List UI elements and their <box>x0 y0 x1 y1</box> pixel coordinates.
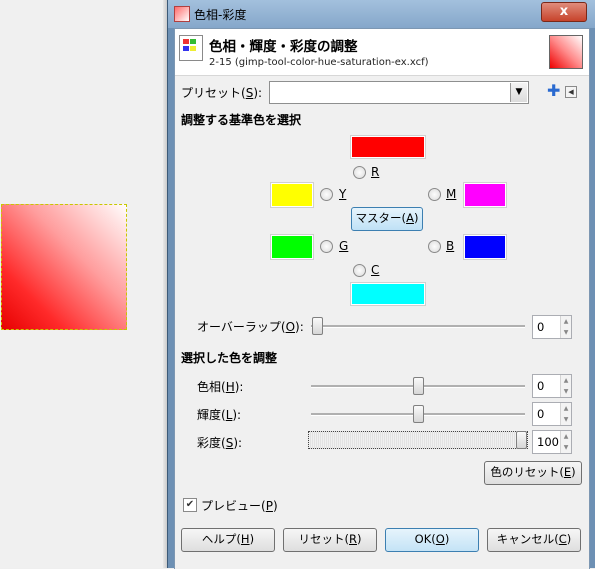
add-preset-icon[interactable]: ✚ <box>547 83 560 99</box>
image-thumbnail <box>549 35 583 69</box>
ok-button[interactable]: OK(O) <box>385 528 479 552</box>
close-button[interactable]: x <box>541 2 587 22</box>
swatch-yellow <box>270 182 314 208</box>
preset-label: プリセット(S): <box>181 86 263 100</box>
reset-color-button[interactable]: 色のリセット(E) <box>484 461 582 485</box>
overlap-label: オーバーラップ(O): <box>197 320 304 334</box>
swatch-magenta <box>463 182 507 208</box>
master-button[interactable]: マスター(A) <box>351 207 423 231</box>
preset-menu-icon[interactable]: ◀ <box>565 86 577 98</box>
preview-checkbox[interactable]: ✔ <box>183 498 197 512</box>
title-bar[interactable]: 色相-彩度 x <box>168 0 595 28</box>
radio-green[interactable] <box>320 240 333 253</box>
saturation-spinbox[interactable]: 100 ▲ ▼ <box>532 430 572 454</box>
dialog-body: 色相・輝度・彩度の調整 2-15 (gimp-tool-color-hue-sa… <box>174 28 590 569</box>
hue-slider-thumb[interactable] <box>413 377 424 395</box>
radio-red-label: R <box>371 165 380 179</box>
overlap-spinbox[interactable]: 0 ▲ ▼ <box>532 315 572 339</box>
swatch-green <box>270 234 314 260</box>
preview-label: プレビュー(P) <box>201 499 278 513</box>
radio-green-label: G <box>339 239 349 253</box>
radio-magenta[interactable] <box>428 188 441 201</box>
swatch-blue <box>463 234 507 260</box>
hue-saturation-tool-icon <box>179 35 203 61</box>
primary-color-heading: 調整する基準色を選択 <box>181 113 302 127</box>
saturation-slider-thumb[interactable] <box>516 431 527 449</box>
hue-saturation-dialog: 色相-彩度 x 色相・輝度・彩度の調整 2-15 (gimp-tool-colo… <box>167 0 595 569</box>
spin-arrows-icon[interactable]: ▲ ▼ <box>560 431 571 453</box>
saturation-slider-track[interactable] <box>308 431 528 449</box>
chevron-down-icon[interactable]: ▼ <box>510 83 527 102</box>
radio-blue-label: B <box>446 239 455 253</box>
swatch-cyan <box>350 282 426 306</box>
help-button[interactable]: ヘルプ(H) <box>181 528 275 552</box>
layer-preview-image <box>1 204 127 330</box>
radio-magenta-label: M <box>446 187 457 201</box>
dialog-heading: 色相・輝度・彩度の調整 <box>209 39 358 55</box>
app-icon <box>174 6 190 22</box>
window-title: 色相-彩度 <box>194 8 247 22</box>
hue-spinbox[interactable]: 0 ▲ ▼ <box>532 374 572 398</box>
radio-red[interactable] <box>353 166 366 179</box>
reset-button[interactable]: リセット(R) <box>283 528 377 552</box>
cancel-button[interactable]: キャンセル(C) <box>487 528 581 552</box>
image-name: 2-15 (gimp-tool-color-hue-saturation-ex.… <box>209 57 429 68</box>
overlap-slider-thumb[interactable] <box>312 317 323 335</box>
spin-arrows-icon[interactable]: ▲ ▼ <box>560 316 571 338</box>
swatch-red <box>350 135 426 159</box>
radio-cyan-label: C <box>371 263 380 277</box>
overlap-slider-track[interactable] <box>311 325 525 328</box>
saturation-label: 彩度(S): <box>197 436 243 450</box>
spin-arrows-icon[interactable]: ▲ ▼ <box>560 403 571 425</box>
radio-cyan[interactable] <box>353 264 366 277</box>
dialog-header: 色相・輝度・彩度の調整 2-15 (gimp-tool-color-hue-sa… <box>175 29 589 76</box>
preset-combo[interactable]: ▼ <box>269 81 529 104</box>
hue-label: 色相(H): <box>197 380 244 394</box>
lightness-slider-thumb[interactable] <box>413 405 424 423</box>
radio-blue[interactable] <box>428 240 441 253</box>
spin-arrows-icon[interactable]: ▲ ▼ <box>560 375 571 397</box>
adjust-heading: 選択した色を調整 <box>181 351 278 365</box>
radio-yellow-label: Y <box>339 187 347 201</box>
radio-yellow[interactable] <box>320 188 333 201</box>
lightness-spinbox[interactable]: 0 ▲ ▼ <box>532 402 572 426</box>
checkmark-icon: ✔ <box>185 499 195 510</box>
lightness-label: 輝度(L): <box>197 408 242 422</box>
